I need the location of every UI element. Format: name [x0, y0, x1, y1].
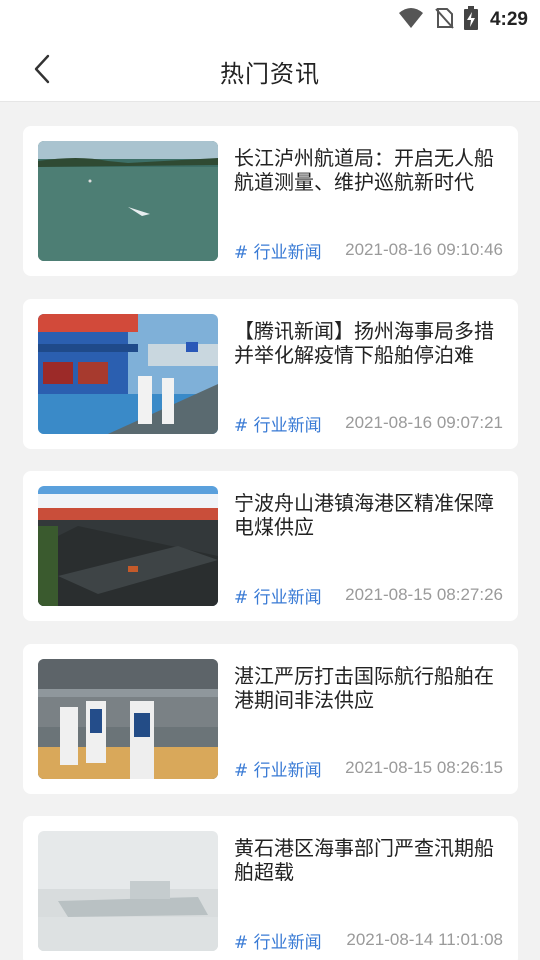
news-time: 2021-08-16 09:07:21	[345, 412, 503, 432]
news-list: 长江泸州航道局：开启无人船航道测量、维护巡航新时代 # 行业新闻 2021-08…	[23, 126, 518, 960]
news-thumbnail	[38, 141, 218, 261]
news-thumbnail	[38, 831, 218, 951]
status-time: 4:29	[489, 9, 528, 30]
news-title: 宁波舟山港镇海港区精准保障电煤供应	[234, 491, 494, 539]
news-title: 湛江严厉打击国际航行船舶在港期间非法供应	[234, 663, 494, 712]
news-card[interactable]: 【腾讯新闻】扬州海事局多措并举化解疫情下船舶停泊难 # 行业新闻 2021-08…	[23, 298, 518, 449]
news-thumbnail	[38, 486, 218, 606]
news-time: 2021-08-14 11:01:08	[346, 930, 503, 949]
news-tag[interactable]: # 行业新闻	[234, 756, 322, 781]
news-title: 【腾讯新闻】扬州海事局多措并举化解疫情下船舶停泊难	[234, 318, 494, 367]
news-time: 2021-08-16 09:10:46	[345, 240, 503, 259]
news-thumbnail	[38, 658, 218, 779]
news-time: 2021-08-15 08:27:26	[345, 585, 503, 604]
status-bar: 4:29	[0, 0, 540, 36]
news-card[interactable]: 长江泸州航道局：开启无人船航道测量、维护巡航新时代 # 行业新闻 2021-08…	[23, 126, 518, 276]
wifi-icon	[398, 7, 424, 33]
news-time: 2021-08-15 08:26:15	[345, 757, 503, 777]
news-card[interactable]: 湛江严厉打击国际航行船舶在港期间非法供应 # 行业新闻 2021-08-15 0…	[23, 643, 518, 794]
header: 热门资讯	[0, 36, 540, 102]
news-title: 黄石港区海事部门严查汛期船舶超载	[234, 836, 494, 884]
page-title: 热门资讯	[220, 60, 320, 88]
no-sim-icon	[434, 7, 454, 33]
news-thumbnail	[38, 313, 218, 434]
news-tag[interactable]: # 行业新闻	[234, 583, 322, 608]
news-tag[interactable]: # 行业新闻	[234, 411, 322, 436]
news-card[interactable]: 宁波舟山港镇海港区精准保障电煤供应 # 行业新闻 2021-08-15 08:2…	[23, 471, 518, 621]
news-tag[interactable]: # 行业新闻	[234, 928, 322, 953]
news-card[interactable]: 黄石港区海事部门严查汛期船舶超载 # 行业新闻 2021-08-14 11:01…	[23, 816, 518, 960]
battery-charging-icon	[463, 6, 478, 34]
news-tag[interactable]: # 行业新闻	[234, 238, 322, 263]
news-title: 长江泸州航道局：开启无人船航道测量、维护巡航新时代	[234, 146, 494, 194]
status-icons: 4:29	[398, 6, 528, 34]
